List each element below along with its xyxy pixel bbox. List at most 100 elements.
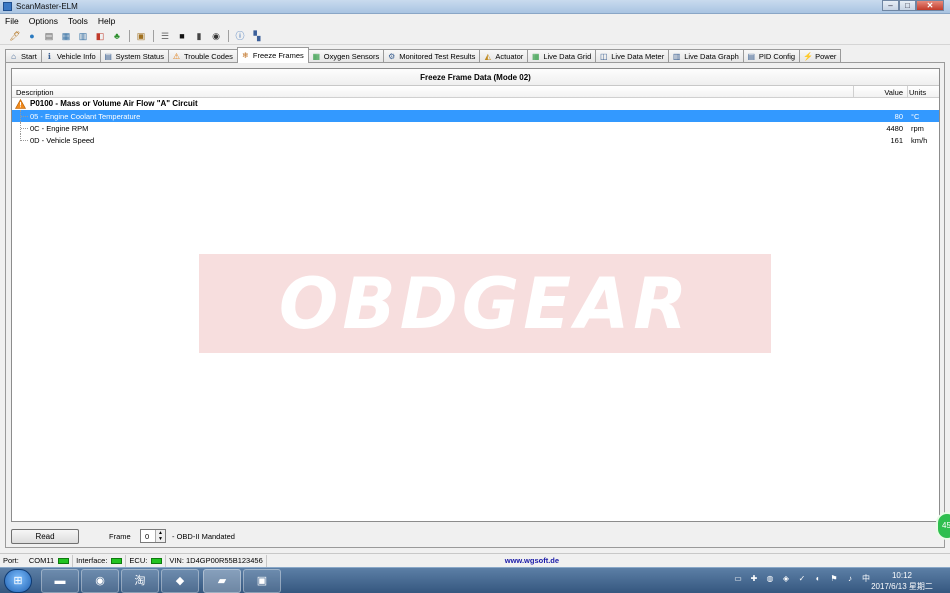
grid-icon[interactable]: ▦	[59, 30, 73, 43]
tab-live-data-grid[interactable]: ▦ Live Data Grid	[527, 49, 597, 63]
battery-icon[interactable]: ▮	[192, 30, 206, 43]
freeze-frame-grid: Freeze Frame Data (Mode 02) Description …	[11, 68, 940, 522]
floating-badge[interactable]: 45	[936, 512, 950, 540]
spin-arrows-icon[interactable]: ▲ ▼	[155, 530, 165, 542]
tab-live-data-meter[interactable]: ◫ Live Data Meter	[595, 49, 670, 63]
tab-label: Vehicle Info	[56, 52, 96, 61]
tab-label: Live Data Grid	[543, 52, 592, 61]
keyboard-icon[interactable]: ▭	[732, 573, 744, 585]
clipboard-icon[interactable]: ▣	[134, 30, 148, 43]
palette-icon[interactable]: ◧	[93, 30, 107, 43]
bottom-controls: Read Frame 0 ▲ ▼ - OBD-II Mandated	[11, 528, 940, 546]
connect-icon[interactable]: 🖊	[8, 30, 22, 43]
ecu-status: ECU:	[126, 554, 167, 567]
tree-branch	[20, 110, 28, 122]
read-button[interactable]: Read	[11, 529, 79, 544]
tab-oxygen-sensors[interactable]: ▦ Oxygen Sensors	[307, 49, 385, 63]
plug-icon[interactable]: ♣	[110, 30, 124, 43]
toolbox-icon[interactable]: ▣	[243, 569, 281, 593]
about-icon[interactable]: ⓘ	[233, 30, 247, 43]
port-status: Port: COM11	[0, 554, 74, 567]
trouble-code-label: P0100 - Mass or Volume Air Flow "A" Circ…	[30, 99, 198, 108]
taobao-icon[interactable]: 淘	[121, 569, 159, 593]
menu-options[interactable]: Options	[24, 14, 63, 28]
menu-tools[interactable]: Tools	[63, 14, 93, 28]
main-window: ScanMaster-ELM – □ ✕ File Options Tools …	[0, 0, 950, 567]
title-bar: ScanMaster-ELM – □ ✕	[0, 0, 950, 14]
column-value[interactable]: Value	[855, 88, 905, 97]
document-icon[interactable]: ▤	[42, 30, 56, 43]
vin-label: VIN: 1D4GP00R55B123456	[169, 556, 263, 565]
vin-status: VIN: 1D4GP00R55B123456	[166, 554, 267, 567]
network-icon[interactable]: ◍	[764, 573, 776, 585]
volume-icon[interactable]: ♪	[844, 573, 856, 585]
frame-stepper[interactable]: 0 ▲ ▼	[140, 529, 166, 543]
interface-label: Interface:	[76, 556, 108, 565]
frame-label: Frame	[109, 532, 131, 541]
interface-led-icon	[111, 557, 123, 564]
firefox-icon[interactable]: ◉	[81, 569, 119, 593]
parameter-row[interactable]: 0C - Engine RPM 4480 rpm	[12, 122, 939, 134]
chat-icon[interactable]: ☰	[158, 30, 172, 43]
tree-branch	[20, 134, 28, 141]
status-bar: Port: COM11 Interface: ECU: VIN: 1D4GP00…	[0, 553, 950, 567]
parameter-unit: °C	[911, 112, 920, 121]
explorer-icon[interactable]: ▬	[41, 569, 79, 593]
window-title: ScanMaster-ELM	[16, 2, 78, 11]
menu-help[interactable]: Help	[93, 14, 120, 28]
frame-note: - OBD-II Mandated	[172, 532, 235, 541]
terminal-icon[interactable]: ■	[175, 30, 189, 43]
scanmaster-task-icon[interactable]: ▰	[203, 569, 241, 593]
tab-actuator[interactable]: ◭ Actuator	[479, 49, 529, 63]
antivirus-icon[interactable]: ◐	[812, 573, 824, 585]
parameter-row[interactable]: 0D - Vehicle Speed 161 km/h	[12, 134, 939, 146]
pdf-icon[interactable]: ✚	[748, 573, 760, 585]
pid-icon: ▤	[747, 52, 756, 61]
menu-file[interactable]: File	[0, 14, 24, 28]
tab-trouble-codes[interactable]: ⚠ Trouble Codes	[167, 49, 238, 63]
tab-vehicle-info[interactable]: ℹ Vehicle Info	[40, 49, 101, 63]
chart-icon[interactable]: ▥	[76, 30, 90, 43]
tab-strip: ⌂ Start ℹ Vehicle Info ▤ System Status ⚠ Troubl…	[5, 47, 950, 63]
close-button[interactable]: ✕	[916, 0, 944, 11]
clock[interactable]: 10:12 2017/6/13 星期二	[866, 570, 938, 592]
book-icon[interactable]: ▚	[250, 30, 264, 43]
shield-icon[interactable]: ◈	[780, 573, 792, 585]
flag-icon[interactable]: ⚑	[828, 573, 840, 585]
tab-system-status[interactable]: ▤ System Status	[99, 49, 169, 63]
maximize-button[interactable]: □	[899, 0, 916, 11]
trouble-code-row[interactable]: P0100 - Mass or Volume Air Flow "A" Circ…	[12, 98, 939, 110]
tab-label: Start	[21, 52, 37, 61]
parameter-row[interactable]: 05 - Engine Coolant Temperature 80 °C	[12, 110, 939, 122]
column-units[interactable]: Units	[909, 88, 926, 97]
column-description[interactable]: Description	[16, 88, 54, 97]
globe-icon[interactable]: ●	[25, 30, 39, 43]
tab-power[interactable]: ⚡ Power	[799, 49, 842, 63]
website-link[interactable]: www.wgsoft.de	[505, 556, 559, 565]
tab-start[interactable]: ⌂ Start	[5, 49, 42, 63]
tab-label: Live Data Meter	[611, 52, 665, 61]
parameter-unit: km/h	[911, 136, 928, 145]
tab-pid-config[interactable]: ▤ PID Config	[742, 49, 801, 63]
watermark-text: OBDGEAR	[278, 262, 692, 345]
tab-freeze-frames[interactable]: ❄ Freeze Frames	[236, 47, 309, 63]
app-icon	[3, 2, 12, 11]
minimize-button[interactable]: –	[882, 0, 899, 11]
start-button[interactable]: ⊞	[4, 569, 32, 593]
power-icon: ⚡	[803, 52, 814, 61]
status-icon: ▤	[104, 52, 112, 61]
clock-time: 10:12	[891, 571, 913, 580]
sensor-icon: ▦	[312, 52, 321, 61]
tab-label: Power	[815, 52, 837, 61]
record-icon[interactable]: ◉	[209, 30, 223, 43]
app-shortcut-icon[interactable]: ◆	[161, 569, 199, 593]
interface-status: Interface:	[73, 554, 127, 567]
meter-icon: ◫	[599, 52, 608, 61]
tab-label: PID Config	[758, 52, 796, 61]
tab-label: Oxygen Sensors	[323, 52, 380, 61]
security-icon[interactable]: ✓	[796, 573, 808, 585]
tab-monitored-test-results[interactable]: ⚙ Monitored Test Results	[383, 49, 481, 63]
tree-branch	[20, 122, 28, 134]
tab-live-data-graph[interactable]: ▥ Live Data Graph	[668, 49, 744, 63]
ecu-label: ECU:	[129, 556, 148, 565]
